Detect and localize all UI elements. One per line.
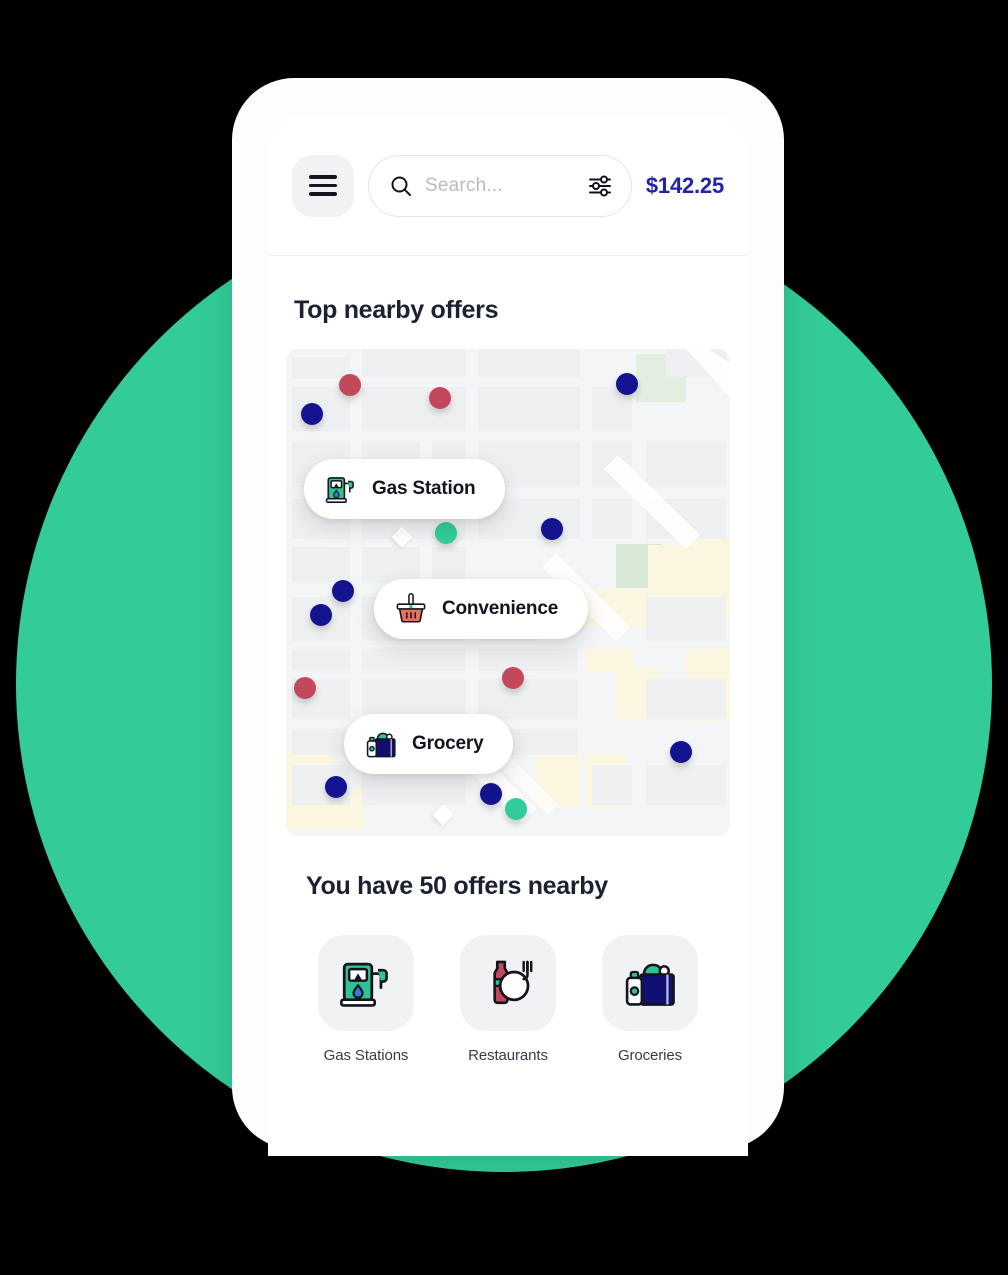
category-label: Restaurants — [468, 1047, 548, 1064]
restaurant-icon — [493, 960, 533, 1005]
phone-screen: Search... $142.25 Top nearby offers Gas … — [268, 116, 748, 1156]
category-item-restaurants[interactable]: Restaurants — [460, 935, 556, 1064]
map-pill-gas-station[interactable]: Gas Station — [304, 459, 506, 519]
map-marker-dot[interactable] — [435, 522, 457, 544]
search-input[interactable]: Search... — [368, 154, 632, 217]
map-marker-dot[interactable] — [670, 741, 692, 763]
map-marker-dot[interactable] — [325, 776, 347, 798]
category-label: Groceries — [617, 1047, 683, 1064]
phone-device-frame: Search... $142.25 Top nearby offers Gas … — [232, 78, 784, 1156]
grocery-bag-icon — [625, 963, 675, 1006]
map-marker-dot[interactable] — [310, 604, 332, 626]
map-marker-dot[interactable] — [505, 798, 527, 820]
page-title: Top nearby offers — [294, 296, 499, 324]
offers-map[interactable]: Restaurant Gas Station Convenience Groce… — [286, 349, 730, 836]
map-pill-label: Gas Station — [372, 478, 476, 499]
balance-amount[interactable]: $142.25 — [646, 173, 724, 199]
hamburger-menu-icon[interactable] — [292, 154, 354, 217]
grocery-bag-icon — [366, 732, 396, 758]
menu-bar — [309, 192, 337, 196]
category-icon-tile[interactable] — [602, 935, 698, 1031]
offers-count-heading: You have 50 offers nearby — [306, 872, 608, 900]
basket-icon — [396, 593, 426, 623]
map-marker-dot[interactable] — [332, 580, 354, 602]
category-item-groceries[interactable]: Groceries — [602, 935, 698, 1064]
search-placeholder-text: Search... — [425, 174, 503, 196]
category-item-gas-stations[interactable]: Gas Stations — [318, 935, 414, 1064]
map-marker-dot[interactable] — [339, 374, 361, 396]
map-marker-dot[interactable] — [294, 677, 316, 699]
map-marker-dot[interactable] — [301, 403, 323, 425]
gas-pump-icon — [340, 962, 388, 1007]
map-marker-dot[interactable] — [541, 518, 563, 540]
sliders-filter-icon[interactable] — [587, 173, 613, 199]
map-marker-dot[interactable] — [502, 667, 524, 689]
category-icon-tile[interactable] — [460, 935, 556, 1031]
map-marker-dot[interactable] — [429, 387, 451, 409]
category-list: Gas Stations Restaurants Groceries — [268, 935, 748, 1064]
gas-pump-icon — [325, 477, 354, 503]
category-icon-tile[interactable] — [318, 935, 414, 1031]
map-pill-label: Grocery — [412, 733, 484, 754]
search-icon — [391, 176, 411, 196]
app-header: Search... $142.25 — [268, 116, 748, 256]
menu-bar — [309, 183, 337, 188]
map-pill-grocery[interactable]: Grocery — [344, 714, 514, 774]
map-pill-convenience[interactable]: Convenience — [374, 579, 589, 639]
menu-bar — [309, 175, 337, 179]
map-marker-dot[interactable] — [616, 373, 638, 395]
category-label: Gas Stations — [323, 1047, 409, 1064]
map-pill-label: Convenience — [442, 598, 559, 619]
map-marker-dot[interactable] — [480, 783, 502, 805]
